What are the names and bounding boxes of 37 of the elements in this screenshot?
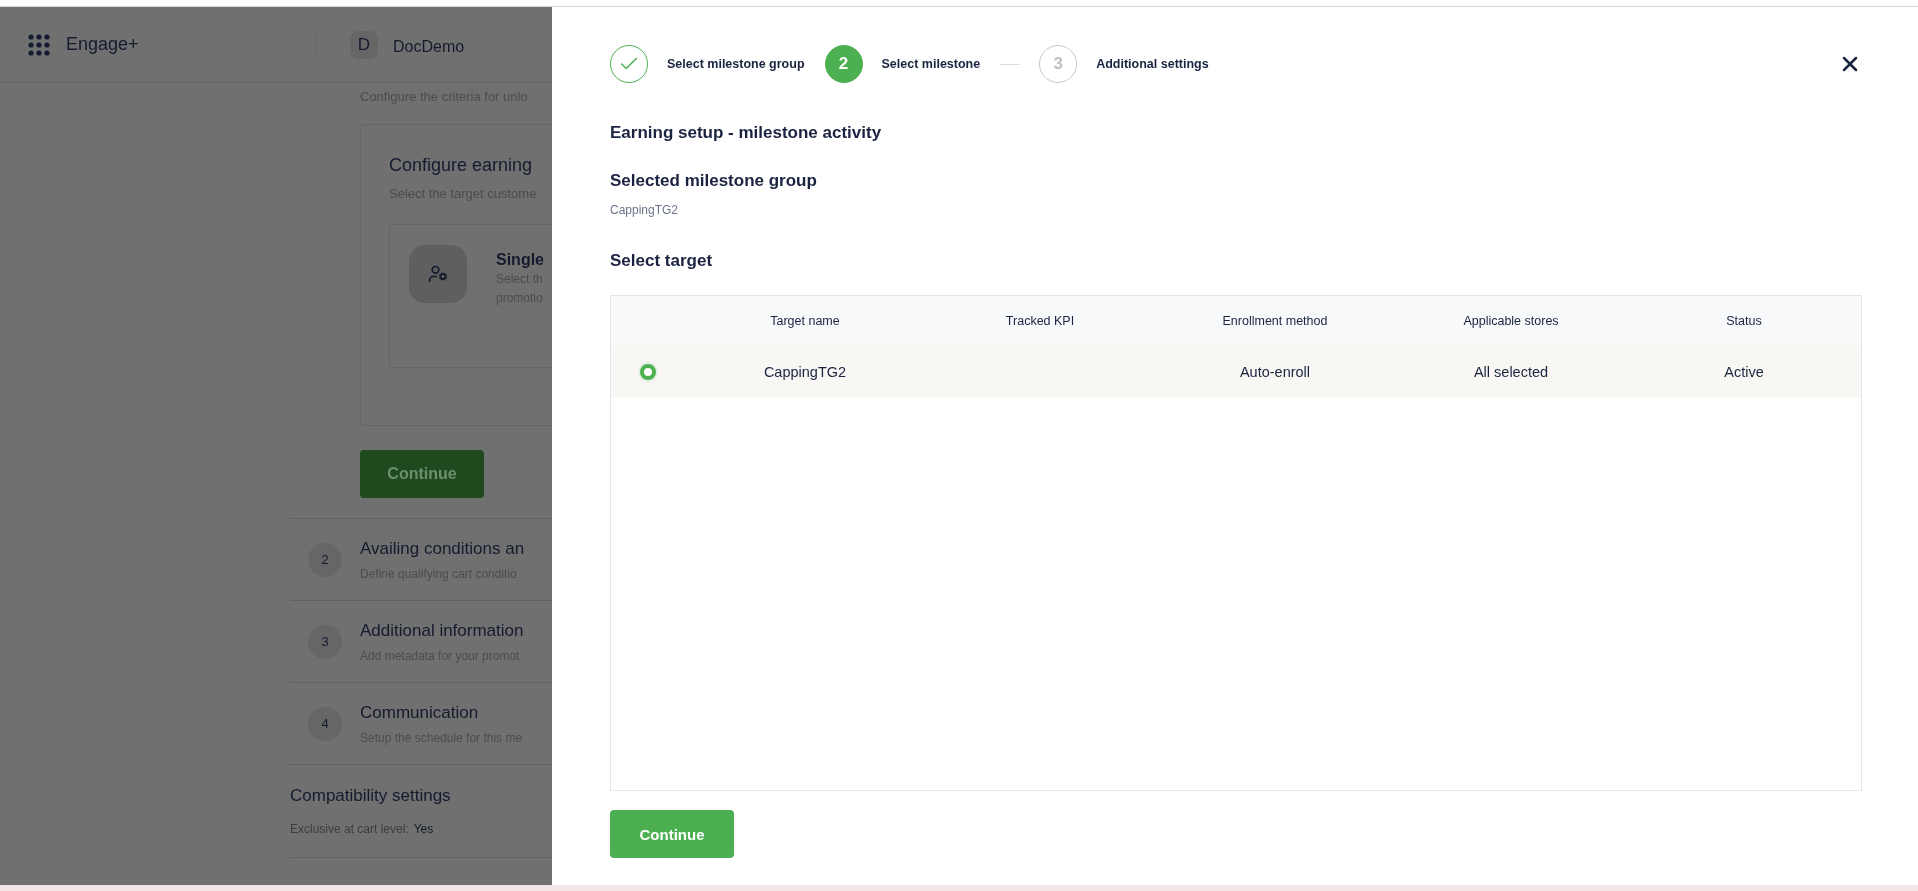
continue-button[interactable]: Continue <box>360 450 484 498</box>
step-number: 2 <box>824 45 863 83</box>
app-name: Engage+ <box>66 34 140 55</box>
continue-button[interactable]: Continue <box>610 810 734 858</box>
drawer-heading: Earning setup - milestone activity <box>610 123 883 143</box>
setting-value: Yes <box>413 822 434 836</box>
step-number: 3 <box>308 624 342 659</box>
app-grid-icon[interactable] <box>28 33 50 56</box>
step-number: 4 <box>308 706 342 741</box>
section-heading: Selected milestone group <box>610 171 818 191</box>
column-header: Target name <box>769 314 841 328</box>
account-name[interactable]: DocDemo <box>393 37 465 56</box>
column-header: Tracked KPI <box>1004 314 1076 328</box>
section-title: Compatibility settings <box>290 786 452 806</box>
section-heading: Select target <box>610 251 714 271</box>
step-label: Select milestone <box>881 57 981 71</box>
table-cell-text: Auto-enroll <box>1238 364 1312 380</box>
table-cell-text: CappingTG2 <box>762 364 848 380</box>
table-cell-text: Active <box>1723 364 1765 380</box>
card-title: Configure earning <box>389 155 534 176</box>
column-header: Applicable stores <box>1462 314 1560 328</box>
section-title[interactable]: Additional information <box>360 620 524 641</box>
group-value: CappingTG2 <box>610 203 680 217</box>
radio-button[interactable] <box>640 364 656 380</box>
table-cell-text: All selected <box>1472 364 1550 380</box>
user-gear-icon <box>409 245 467 303</box>
account-avatar[interactable]: D <box>350 30 378 59</box>
column-header: Enrollment method <box>1221 314 1329 328</box>
step-label: Select milestone group <box>667 57 805 71</box>
option-title: Single <box>496 251 544 269</box>
table-row[interactable]: CappingTG2 Auto-enroll All selected Active <box>611 346 1861 398</box>
step-number: 2 <box>308 542 342 577</box>
section-title[interactable]: Communication <box>360 702 523 723</box>
step-number: 3 <box>1039 45 1078 83</box>
section-title[interactable]: Availing conditions an <box>360 538 525 559</box>
column-header: Status <box>1725 314 1763 328</box>
step-label: Additional settings <box>1096 57 1209 71</box>
